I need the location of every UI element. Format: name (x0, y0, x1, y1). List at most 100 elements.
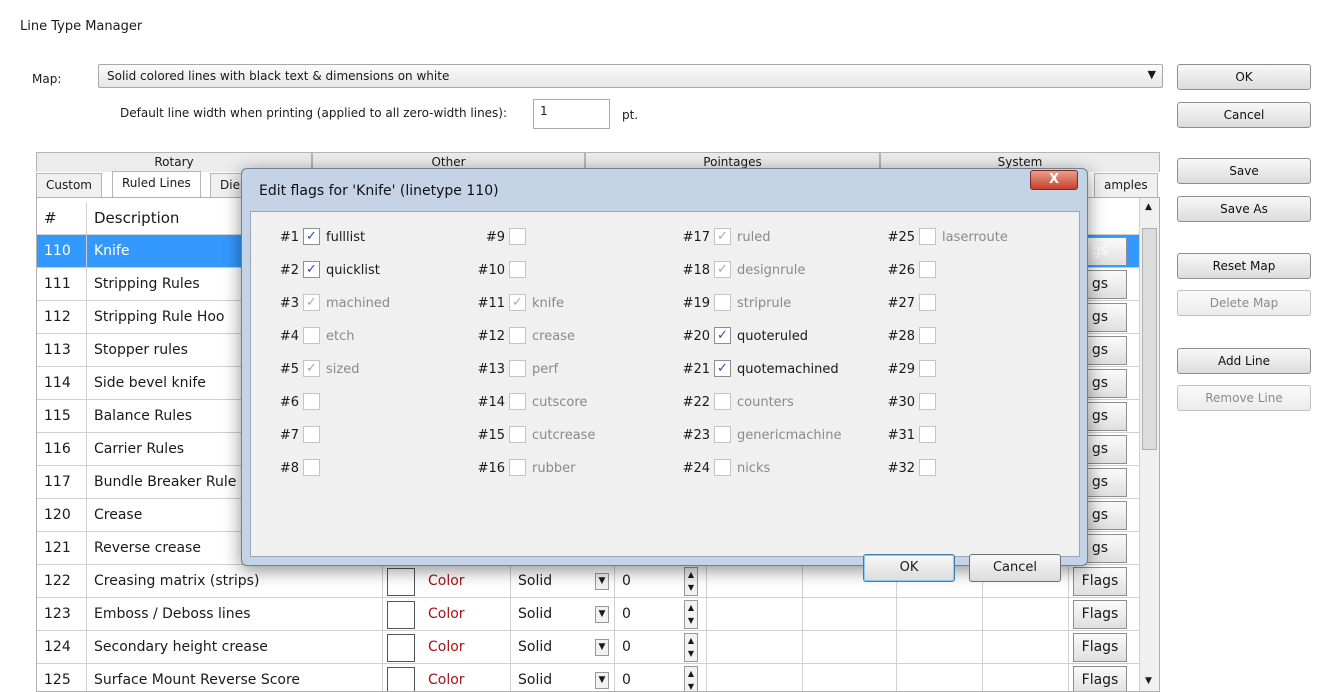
flag-label: fulllist (326, 230, 366, 245)
flag-number: #4 (279, 329, 299, 344)
color-swatch[interactable] (387, 634, 415, 662)
empty-checkbox-icon (509, 360, 526, 377)
spinner-icon[interactable]: ▲ ▼ (684, 567, 698, 596)
flags-button[interactable]: Flags (1073, 633, 1127, 662)
flags-button[interactable]: Flags (1073, 567, 1127, 596)
scrollbar-thumb[interactable] (1142, 228, 1157, 450)
remove-line-button[interactable]: Remove Line (1177, 385, 1311, 411)
flag-number: #3 (279, 296, 299, 311)
empty-checkbox-icon (714, 294, 731, 311)
dialog-cancel-button[interactable]: Cancel (969, 554, 1061, 582)
row-description: Secondary height crease (87, 631, 383, 664)
color-swatch[interactable] (387, 568, 415, 596)
empty-checkbox-icon (509, 426, 526, 443)
cancel-button[interactable]: Cancel (1177, 102, 1311, 128)
row-color[interactable]: Color (421, 598, 511, 631)
row-extra-2 (803, 664, 897, 691)
row-extra-1 (707, 631, 803, 664)
row-num: 122 (37, 565, 87, 598)
empty-checkbox-icon (714, 426, 731, 443)
flag-label: quoteruled (737, 329, 808, 344)
ok-button[interactable]: OK (1177, 64, 1311, 90)
save-as-button[interactable]: Save As (1177, 196, 1311, 222)
flag-label: machined (326, 296, 391, 311)
table-row[interactable]: 125 Surface Mount Reverse Score Color Solid… (37, 664, 1139, 691)
row-color[interactable]: Color (421, 664, 511, 691)
empty-checkbox-icon (714, 393, 731, 410)
flag-label: etch (326, 329, 355, 344)
empty-checkbox-icon (919, 393, 936, 410)
row-num: 123 (37, 598, 87, 631)
checkmark-icon[interactable]: ✓ (303, 261, 320, 278)
dialog-body: #1 ✓ fulllist #2 ✓ quicklist #3 ✓ machined #4 etch… (250, 211, 1080, 582)
window-title: Line Type Manager (20, 19, 143, 34)
tab-samples[interactable]: amples (1094, 173, 1158, 197)
flag-number: #29 (887, 362, 915, 377)
delete-map-button[interactable]: Delete Map (1177, 290, 1311, 316)
tab-ruled-lines[interactable]: Ruled Lines (112, 171, 201, 198)
checkmark-icon[interactable]: ✓ (303, 228, 320, 245)
tab-custom[interactable]: Custom (36, 173, 102, 197)
checkmark-icon: ✓ (509, 294, 526, 311)
row-extra-1 (707, 565, 803, 598)
flag-number: #20 (682, 329, 710, 344)
checkmark-icon: ✓ (714, 261, 731, 278)
scroll-up-icon[interactable]: ▲ (1145, 202, 1152, 212)
flag-number: #7 (279, 428, 299, 443)
row-num: 111 (37, 268, 87, 301)
map-select[interactable]: Solid colored lines with black text & di… (98, 64, 1163, 88)
flags-button[interactable]: Flags (1073, 600, 1127, 629)
table-row[interactable]: 124 Secondary height crease Color Solid ▼ 0 ▲ ▼… (37, 631, 1139, 664)
flag-label: quicklist (326, 263, 380, 278)
scroll-down-icon[interactable]: ▼ (1145, 676, 1152, 686)
chevron-down-icon[interactable]: ▼ (595, 606, 609, 623)
flag-number: #22 (682, 395, 710, 410)
flags-button[interactable]: Flags (1073, 666, 1127, 691)
empty-checkbox-icon (303, 393, 320, 410)
default-width-input[interactable]: 1 (533, 99, 610, 129)
spinner-icon[interactable]: ▲ ▼ (684, 600, 698, 629)
flag-label: designrule (737, 263, 806, 278)
flag-number: #18 (682, 263, 710, 278)
flag-label: sized (326, 362, 360, 377)
chevron-down-icon[interactable]: ▼ (595, 573, 609, 590)
flag-number: #30 (887, 395, 915, 410)
chevron-down-icon[interactable]: ▼ (595, 639, 609, 656)
flag-label: laserroute (942, 230, 1008, 245)
chevron-down-icon[interactable]: ▼ (595, 672, 609, 689)
empty-checkbox-icon (303, 459, 320, 476)
row-description: Surface Mount Reverse Score (87, 664, 383, 691)
empty-checkbox-icon (919, 360, 936, 377)
save-button[interactable]: Save (1177, 158, 1311, 184)
checkmark-icon[interactable]: ✓ (714, 360, 731, 377)
row-num: 110 (37, 235, 87, 268)
color-swatch[interactable] (387, 601, 415, 629)
close-icon[interactable]: X (1030, 170, 1078, 190)
flag-number: #14 (477, 395, 505, 410)
spinner-icon[interactable]: ▲ ▼ (684, 666, 698, 691)
flag-number: #17 (682, 230, 710, 245)
spinner-icon[interactable]: ▲ ▼ (684, 633, 698, 662)
checkmark-icon[interactable]: ✓ (714, 327, 731, 344)
flag-label: genericmachine (737, 428, 842, 443)
flag-label: counters (737, 395, 794, 410)
row-extra-2 (803, 631, 897, 664)
row-color[interactable]: Color (421, 565, 511, 598)
table-scrollbar[interactable]: ▲ ▼ (1139, 198, 1159, 691)
flag-number: #32 (887, 461, 915, 476)
map-label: Map: (32, 72, 62, 86)
color-swatch[interactable] (387, 667, 415, 691)
add-line-button[interactable]: Add Line (1177, 348, 1311, 374)
flag-label: quotemachined (737, 362, 839, 377)
row-num: 114 (37, 367, 87, 400)
flag-number: #24 (682, 461, 710, 476)
table-row[interactable]: 123 Emboss / Deboss lines Color Solid ▼ 0 ▲ ▼ Fl… (37, 598, 1139, 631)
empty-checkbox-icon (509, 327, 526, 344)
unit-label: pt. (622, 108, 639, 122)
row-color[interactable]: Color (421, 631, 511, 664)
row-num: 124 (37, 631, 87, 664)
empty-checkbox-icon (919, 294, 936, 311)
dialog-ok-button[interactable]: OK (863, 554, 955, 582)
reset-map-button[interactable]: Reset Map (1177, 253, 1311, 279)
row-num: 112 (37, 301, 87, 334)
